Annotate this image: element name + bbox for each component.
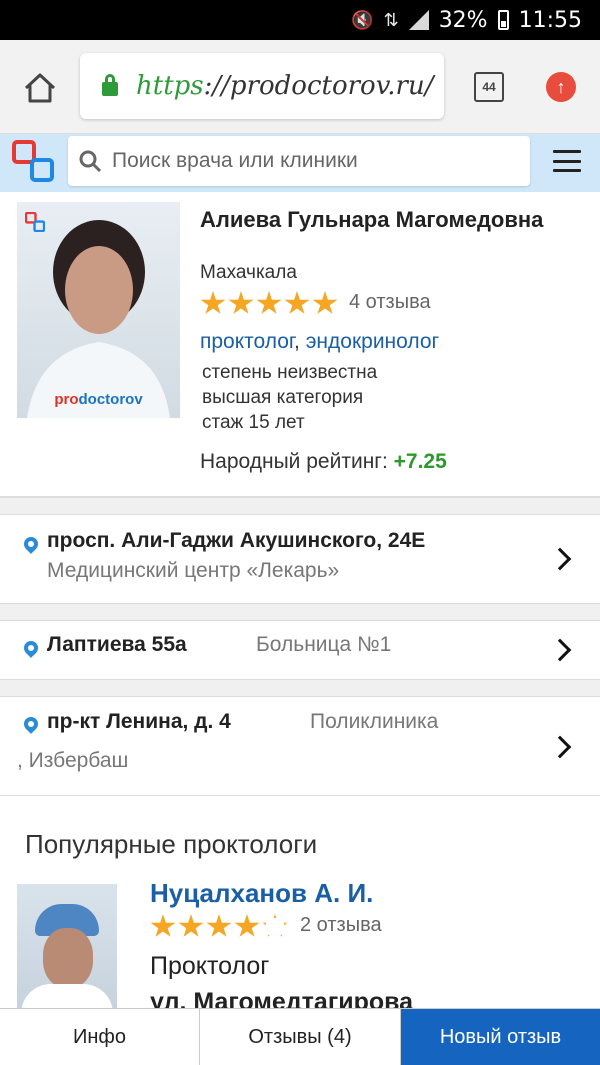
- popular-doctor-photo[interactable]: [17, 884, 117, 1008]
- doctor-experience: стаж 15 лет: [202, 412, 305, 433]
- signal-icon: [408, 10, 429, 30]
- address-row-1[interactable]: просп. Али-Гаджи Акушинского, 24Е Медици…: [0, 515, 600, 603]
- bottom-nav: Инфо Отзывы (4) Новый отзыв: [0, 1008, 600, 1065]
- new-review-button[interactable]: Новый отзыв: [401, 1009, 600, 1065]
- clock: 11:55: [518, 7, 582, 33]
- section-divider: [0, 603, 600, 621]
- address-street: пр-кт Ленина, д. 4: [47, 710, 231, 733]
- popular-rating: Народный рейтинг: +7.25: [200, 450, 447, 474]
- popular-doctor-address: ул. Магомедтагирова: [150, 988, 414, 1008]
- chevron-right-icon: [548, 735, 572, 759]
- chevron-right-icon: [548, 547, 572, 571]
- home-icon[interactable]: [22, 70, 58, 106]
- photo-watermark: prodoctorov: [54, 391, 143, 408]
- specialty-proctologist-link[interactable]: проктолог: [200, 330, 294, 353]
- address-street: Лаптиева 55а: [47, 633, 187, 656]
- star-filled-icon: [178, 914, 204, 937]
- location-pin-icon: [21, 714, 41, 734]
- search-icon: [79, 150, 102, 173]
- popular-doctor-name-link[interactable]: Нуцалханов А. И.: [150, 878, 373, 909]
- star-filled-icon: [234, 914, 260, 937]
- address-clinic: Больница №1: [256, 633, 392, 656]
- tab-info[interactable]: Инфо: [0, 1009, 200, 1065]
- rating-label: Народный рейтинг:: [200, 450, 388, 473]
- status-bar: 🔇 ⇅ 32% 11:55: [0, 0, 600, 40]
- url-text: ://prodoctorov.ru/: [203, 71, 434, 101]
- specialty-endocrinologist-link[interactable]: эндокринолог: [306, 330, 440, 353]
- address-clinic: Медицинский центр «Лекарь»: [47, 559, 340, 582]
- star-filled-icon: [256, 291, 282, 314]
- battery-icon: [497, 10, 509, 30]
- doctor-degree: степень неизвестна: [202, 362, 378, 383]
- doctor-portrait: [27, 220, 170, 418]
- tab-reviews[interactable]: Отзывы (4): [200, 1009, 401, 1065]
- doctor-rating-stars: [200, 291, 338, 316]
- doctor-facts: степень неизвестна высшая категория стаж…: [202, 360, 377, 435]
- doctor-name: Алиева Гульнара Магомедовна: [200, 207, 544, 232]
- sync-icon: ⇅: [383, 9, 399, 31]
- address-clinic: Поликлиника: [310, 710, 439, 733]
- star-filled-icon: [312, 291, 338, 314]
- star-filled-icon: [206, 914, 232, 937]
- doctor-photo[interactable]: prodoctorov: [17, 202, 180, 418]
- location-pin-icon: [21, 534, 41, 554]
- popular-doctors-section: Популярные проктологи Нуцалханов А. И. 2…: [0, 796, 600, 1008]
- section-divider: [0, 679, 600, 697]
- site-header: Поиск врача или клиники: [0, 134, 600, 192]
- star-empty-icon: [262, 914, 288, 937]
- mute-icon: 🔇: [351, 9, 374, 31]
- doctor-card: prodoctorov Алиева Гульнара Магомедовна …: [0, 192, 600, 497]
- star-filled-icon: [284, 291, 310, 314]
- popular-doctor-reviews[interactable]: 2 отзыва: [300, 914, 382, 937]
- doctor-category: высшая категория: [202, 387, 364, 408]
- address-row-2[interactable]: Лаптиева 55а Больница №1: [0, 621, 600, 679]
- browser-toolbar: https://prodoctorov.ru/ 44 ↑: [0, 40, 600, 134]
- star-filled-icon: [200, 291, 226, 314]
- popular-title: Популярные проктологи: [25, 829, 318, 859]
- popular-doctor-specialty: Проктолог: [150, 952, 270, 980]
- doctor-city: Махачкала: [200, 262, 297, 283]
- popular-doctor-rating-stars: [150, 914, 288, 939]
- doctor-specialties: проктолог, эндокринолог: [200, 330, 439, 354]
- address-city: , Избербаш: [17, 749, 129, 772]
- tabs-count-button[interactable]: 44: [474, 72, 504, 102]
- section-divider: [0, 497, 600, 515]
- location-pin-icon: [21, 638, 41, 658]
- search-input[interactable]: Поиск врача или клиники: [68, 136, 530, 186]
- star-filled-icon: [150, 914, 176, 937]
- star-filled-icon: [228, 291, 254, 314]
- prodoctorov-logo[interactable]: [12, 140, 54, 182]
- address-bar[interactable]: https://prodoctorov.ru/: [80, 53, 444, 119]
- address-street: просп. Али-Гаджи Акушинского, 24Е: [47, 529, 426, 552]
- lock-icon: [102, 74, 118, 96]
- battery-percent: 32%: [438, 7, 488, 33]
- update-icon[interactable]: ↑: [546, 72, 576, 102]
- doctor-reviews-link[interactable]: 4 отзыва: [349, 291, 431, 314]
- rating-value: +7.25: [393, 450, 447, 473]
- specialty-separator: ,: [294, 330, 300, 353]
- address-row-3[interactable]: пр-кт Ленина, д. 4 Поликлиника , Изберба…: [0, 697, 600, 795]
- url-scheme: https: [136, 71, 204, 101]
- chevron-right-icon: [548, 638, 572, 662]
- search-placeholder: Поиск врача или клиники: [112, 149, 358, 172]
- hamburger-menu-icon[interactable]: [553, 150, 581, 172]
- logo-watermark-icon: [25, 212, 45, 232]
